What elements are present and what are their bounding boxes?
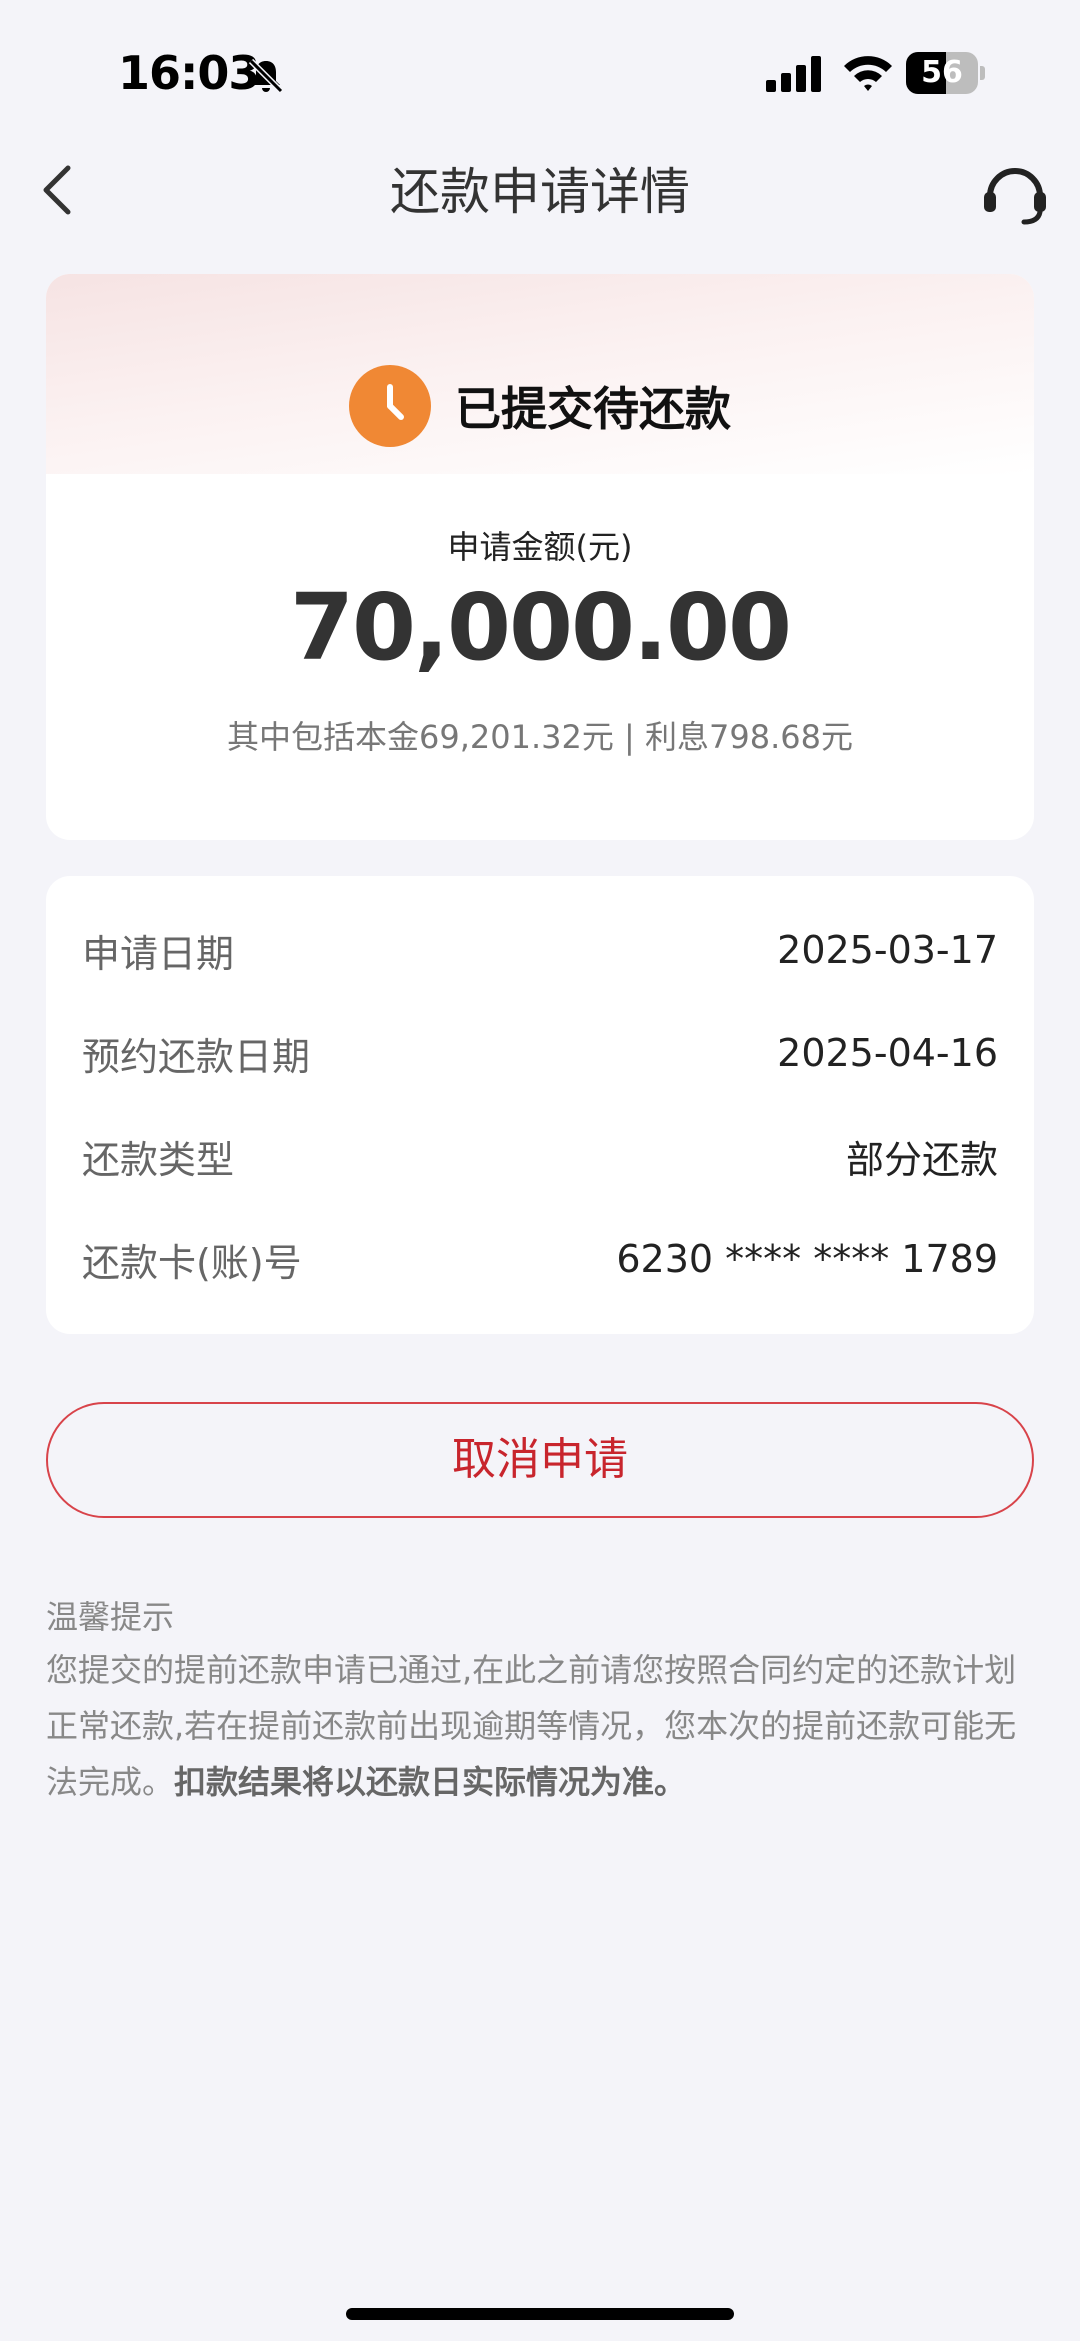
detail-label: 申请日期 (82, 931, 235, 976)
detail-value: 部分还款 (845, 1137, 998, 1182)
home-indicator[interactable] (346, 2308, 734, 2320)
wifi-icon (844, 56, 892, 91)
status-bar: 16:03 56 (0, 0, 1080, 150)
amount-breakdown: 其中包括本金69,201.32元 | 利息798.68元 (227, 718, 853, 756)
amount-value: 70,000.00 (290, 574, 792, 681)
detail-value: 2025-03-17 (777, 928, 998, 972)
chevron-left-icon[interactable] (36, 160, 80, 220)
tips-text-bold: 扣款结果将以还款日实际情况为准。 (174, 1763, 687, 1801)
battery-level: 56 (921, 55, 963, 90)
amount-label: 申请金额(元) (447, 528, 633, 566)
details-card: 申请日期 2025-03-17 预约还款日期 2025-04-16 还款类型 部… (46, 876, 1034, 1334)
detail-row-card-number: 还款卡(账)号 6230 **** **** 1789 (82, 1229, 998, 1289)
page-title: 还款申请详情 (390, 163, 690, 221)
detail-label: 预约还款日期 (82, 1034, 311, 1079)
cancel-application-button[interactable]: 取消申请 (46, 1402, 1034, 1518)
detail-row-apply-date: 申请日期 2025-03-17 (82, 920, 998, 980)
status-text: 已提交待还款 (455, 382, 731, 436)
detail-row-scheduled-date: 预约还款日期 2025-04-16 (82, 1023, 998, 1083)
tips-body: 您提交的提前还款申请已通过,在此之前请您按照合同约定的还款计划正常还款,若在提前… (46, 1642, 1036, 1810)
detail-label: 还款类型 (82, 1137, 235, 1182)
battery-icon: 56 (906, 52, 985, 94)
detail-row-repayment-type: 还款类型 部分还款 (82, 1126, 998, 1186)
headset-icon[interactable] (980, 158, 1050, 228)
detail-value: 6230 **** **** 1789 (616, 1237, 998, 1281)
clock-icon (349, 365, 431, 447)
cellular-signal-icon (766, 56, 821, 92)
tips-title: 温馨提示 (46, 1598, 175, 1636)
status-time: 16:03 (118, 46, 260, 100)
repayment-detail-page: 16:03 56 还款申请详情 已提交待还款 申请金额(元) 70,000.00… (0, 0, 1080, 2341)
detail-value: 2025-04-16 (777, 1031, 998, 1075)
status-card: 已提交待还款 申请金额(元) 70,000.00 其中包括本金69,201.32… (46, 274, 1034, 840)
bell-off-icon (248, 58, 284, 94)
status-row: 已提交待还款 (46, 364, 1034, 448)
detail-label: 还款卡(账)号 (82, 1240, 302, 1285)
